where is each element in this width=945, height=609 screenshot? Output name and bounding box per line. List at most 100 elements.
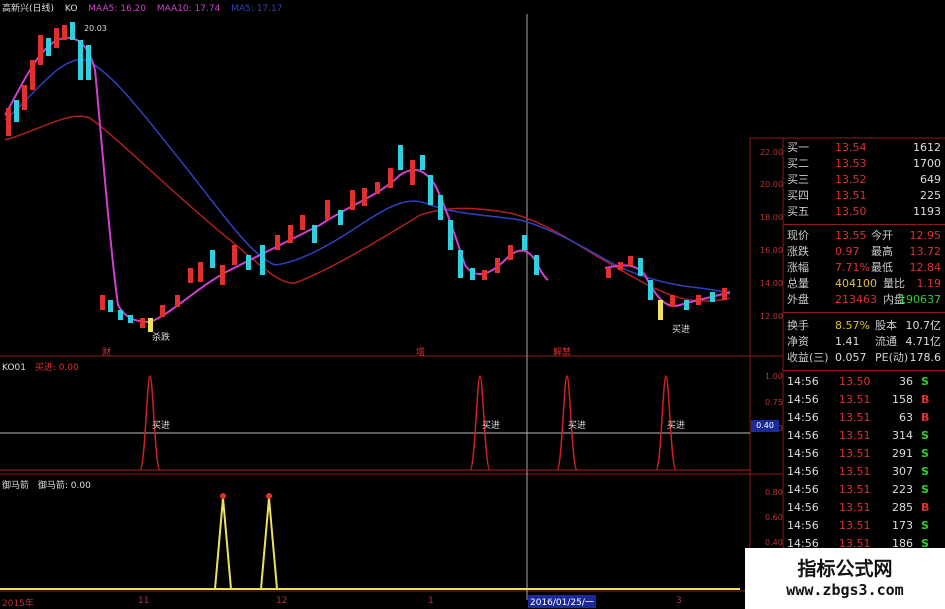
price-tick: 16.00 xyxy=(760,246,783,255)
stats-row: 净资 1.41 流通 4.71亿 xyxy=(783,334,943,350)
quote-panel: 买一 13.54 1612 买二 13.53 1700 买三 13.52 649… xyxy=(783,138,945,600)
stat-value: 13.55 xyxy=(835,229,867,242)
tick-row: 14:56 13.51 158 B xyxy=(787,393,930,406)
site-watermark: 指标公式网 www.zbgs3.com xyxy=(745,548,945,609)
price-tick: 22.00 xyxy=(760,148,783,157)
order-book-row[interactable]: 买一 13.54 1612 xyxy=(783,140,943,156)
ma5-label: MAA5: 16.20 xyxy=(88,4,146,14)
stat-key: 外盘 xyxy=(787,293,809,306)
ko-signal-spikes xyxy=(139,375,677,471)
stat-key: 最高 xyxy=(871,245,893,258)
stat-value: 12.95 xyxy=(909,229,942,242)
horse-panel-value: 御马箭: 0.00 xyxy=(37,481,91,491)
stat-key: 最低 xyxy=(871,261,893,274)
horse-axis-tick: 0.60 xyxy=(765,513,783,522)
watermark-url: www.zbgs3.com xyxy=(786,581,904,599)
stats-row: 换手 8.57% 股本 10.7亿 xyxy=(783,318,943,334)
event-marker-2[interactable]: 增 xyxy=(416,345,425,358)
tick-row: 14:56 13.51 63 B xyxy=(787,411,930,424)
ma10-label: MAA10: 17.74 xyxy=(156,4,221,14)
horse-marker-1 xyxy=(220,493,226,499)
stat-value: 213463 xyxy=(835,293,877,306)
ma20-label: MA5: 17.17 xyxy=(231,4,283,14)
stats-row: 涨跌 0.97 最高 13.72 xyxy=(783,244,943,260)
horse-signal-spikes xyxy=(214,497,278,590)
event-marker-1[interactable]: 财 xyxy=(102,345,111,358)
ko-panel-value: 买进: 0.00 xyxy=(34,363,79,373)
order-label: 买五 xyxy=(787,205,809,218)
order-volume: 649 xyxy=(920,173,941,186)
stats-row: 现价 13.55 今开 12.95 xyxy=(783,228,943,244)
date-tick: 12 xyxy=(276,596,288,606)
order-book-row[interactable]: 买五 13.50 1193 xyxy=(783,204,943,220)
stat-key: 股本 xyxy=(875,319,897,332)
divider xyxy=(783,370,945,371)
order-volume: 1700 xyxy=(913,157,941,170)
stat-value: 178.6 xyxy=(909,351,942,364)
tick-row: 14:56 13.51 223 S xyxy=(787,483,929,496)
candlesticks xyxy=(6,22,727,332)
stat-key: 总量 xyxy=(787,277,809,290)
tick-row: 14:56 13.51 291 S xyxy=(787,447,929,460)
cursor-date-label: 2016/01/25/一 xyxy=(528,595,596,608)
order-label: 买二 xyxy=(787,157,809,170)
ko-current-value-box: 0.40 xyxy=(751,420,779,432)
buy-annotation: 买进 xyxy=(672,325,691,335)
stats-row: 总量 404100 量比 1.19 xyxy=(783,276,943,292)
stat-key: 换手 xyxy=(787,319,809,332)
tick-row: 14:56 13.51 314 S xyxy=(787,429,929,442)
ko-axis-tick: 0.75 xyxy=(765,398,783,407)
horse-panel-name: 御马箭 xyxy=(2,481,30,491)
ko-signal-label: 买进 xyxy=(568,421,587,431)
horse-axis-tick: 0.80 xyxy=(765,488,783,497)
price-tick: 20.00 xyxy=(760,180,783,189)
stats-row: 外盘 213463 内盘 190637 xyxy=(783,292,943,308)
stats-row: 涨幅 7.71% 最低 12.84 xyxy=(783,260,943,276)
order-price: 13.51 xyxy=(835,189,867,202)
date-tick: 3 xyxy=(676,596,682,606)
order-label: 买四 xyxy=(787,189,809,202)
ko-panel-name: KO01 xyxy=(2,363,26,373)
horse-marker-2 xyxy=(266,493,272,499)
divider xyxy=(783,312,945,313)
stat-key: 流通 xyxy=(875,335,897,348)
stat-key: 量比 xyxy=(883,277,905,290)
stat-value: 1.19 xyxy=(916,277,942,290)
stat-value: 13.72 xyxy=(909,245,942,258)
ma-mid-line xyxy=(4,59,731,295)
order-label: 买三 xyxy=(787,173,809,186)
indicator-name: KO xyxy=(64,4,78,14)
stat-key: 净资 xyxy=(787,335,809,348)
date-tick: 11 xyxy=(138,596,150,606)
order-book-row[interactable]: 买四 13.51 225 xyxy=(783,188,943,204)
price-tick: 18.00 xyxy=(760,213,783,222)
ma-short-line xyxy=(4,36,549,324)
event-marker-3[interactable]: 解禁 xyxy=(553,345,571,358)
stat-key: 涨跌 xyxy=(787,245,809,258)
ko-signal-label: 买进 xyxy=(152,421,171,431)
stat-value: 0.97 xyxy=(835,245,860,258)
ko-signal-label: 买进 xyxy=(667,421,686,431)
price-tick: 12.00 xyxy=(760,312,783,321)
date-tick: 2015年 xyxy=(2,599,34,609)
stat-value: 190637 xyxy=(899,293,941,306)
divider xyxy=(783,224,945,225)
order-price: 13.53 xyxy=(835,157,867,170)
tick-row: 14:56 13.51 173 S xyxy=(787,519,929,532)
horse-axis-tick: 0.40 xyxy=(765,538,783,547)
tick-row: 14:56 13.51 307 S xyxy=(787,465,929,478)
stat-key: 涨幅 xyxy=(787,261,809,274)
order-volume: 1193 xyxy=(913,205,941,218)
sell-annotation: 杀跌 xyxy=(152,333,171,343)
order-label: 买一 xyxy=(787,141,809,154)
order-book-row[interactable]: 买二 13.53 1700 xyxy=(783,156,943,172)
stat-value: 12.84 xyxy=(909,261,942,274)
price-tick: 14.00 xyxy=(760,279,783,288)
stat-value: 7.71% xyxy=(835,261,870,274)
stat-value: 4.71亿 xyxy=(905,335,942,348)
horse-panel-header: 御马箭 御马箭: 0.00 xyxy=(2,478,91,491)
stats-row: 收益(三) 0.057 PE(动) 178.6 xyxy=(783,350,943,366)
order-book-row[interactable]: 买三 13.52 649 xyxy=(783,172,943,188)
stat-key: 现价 xyxy=(787,229,809,242)
stat-value: 8.57% xyxy=(835,319,870,332)
